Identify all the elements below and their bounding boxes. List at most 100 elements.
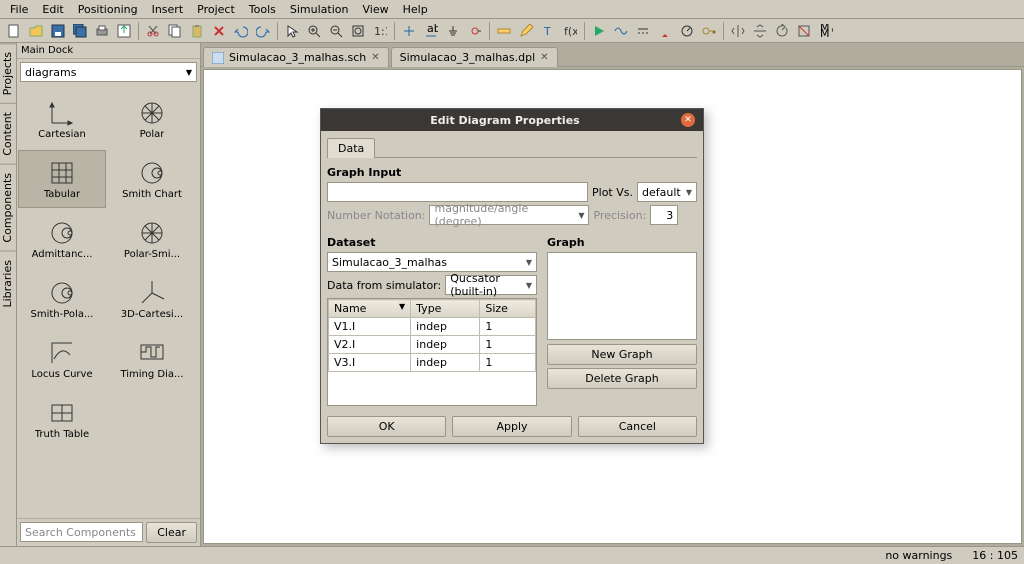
menu-positioning[interactable]: Positioning	[72, 1, 144, 18]
mirror-v-icon[interactable]	[750, 21, 770, 41]
tab-schematic[interactable]: Simulacao_3_malhas.sch ✕	[203, 47, 389, 67]
menu-tools[interactable]: Tools	[243, 1, 282, 18]
tab-label: Simulacao_3_malhas.sch	[229, 51, 366, 64]
port-icon[interactable]	[465, 21, 485, 41]
close-icon[interactable]: ✕	[371, 52, 379, 63]
menu-insert[interactable]: Insert	[146, 1, 190, 18]
table-row[interactable]: V2.Iindep1	[329, 336, 536, 354]
number-notation-label: Number Notation:	[327, 209, 425, 222]
tab-data[interactable]: Data	[327, 138, 375, 158]
zoom1-icon[interactable]: 1:1	[370, 21, 390, 41]
dock-title: Main Dock	[17, 43, 200, 59]
sidetab-components[interactable]: Components	[0, 164, 16, 251]
rotate-icon[interactable]	[772, 21, 792, 41]
polar-icon	[138, 99, 166, 127]
save-icon[interactable]	[48, 21, 68, 41]
palette-item-3d-cartesi-[interactable]: 3D-Cartesi...	[108, 270, 196, 328]
delete-icon[interactable]	[209, 21, 229, 41]
plot-vs-label: Plot Vs.	[592, 186, 633, 199]
palette-item-smith-chart[interactable]: Smith Chart	[108, 150, 196, 208]
activate-icon[interactable]	[794, 21, 814, 41]
palette-item-timing-dia-[interactable]: Timing Dia...	[108, 330, 196, 388]
palette-item-polar-smi-[interactable]: Polar-Smi...	[108, 210, 196, 268]
palette-item-truth-table[interactable]: Truth Table	[18, 390, 106, 448]
table-row[interactable]: V1.Iindep1	[329, 318, 536, 336]
sidetab-libraries[interactable]: Libraries	[0, 251, 16, 316]
marker-icon[interactable]	[655, 21, 675, 41]
menu-project[interactable]: Project	[191, 1, 241, 18]
svg-text:M↑: M↑	[820, 27, 833, 38]
open-icon[interactable]	[26, 21, 46, 41]
paste-icon[interactable]	[187, 21, 207, 41]
zoomout-icon[interactable]	[326, 21, 346, 41]
palette-label: Truth Table	[35, 429, 89, 440]
search-input[interactable]: Search Components	[20, 522, 143, 542]
ruler-icon[interactable]	[494, 21, 514, 41]
palette-item-polar[interactable]: Polar	[108, 90, 196, 148]
tab-display[interactable]: Simulacao_3_malhas.dpl ✕	[391, 47, 558, 67]
undo-icon[interactable]	[231, 21, 251, 41]
menu-simulation[interactable]: Simulation	[284, 1, 355, 18]
new-icon[interactable]	[4, 21, 24, 41]
pencil-icon[interactable]	[516, 21, 536, 41]
align-icon[interactable]: M↓M↑	[816, 21, 836, 41]
simulator-combo[interactable]: Qucsator (built-in)▼	[445, 275, 537, 295]
dataset-combo[interactable]: Simulacao_3_malhas▼	[327, 252, 537, 272]
text-icon[interactable]: T	[538, 21, 558, 41]
copy-icon[interactable]	[165, 21, 185, 41]
mirror-icon[interactable]	[728, 21, 748, 41]
cursor-icon[interactable]	[282, 21, 302, 41]
cut-icon[interactable]	[143, 21, 163, 41]
apply-button[interactable]: Apply	[452, 416, 571, 437]
menu-edit[interactable]: Edit	[36, 1, 69, 18]
graph-list[interactable]	[547, 252, 697, 340]
ground-icon[interactable]	[443, 21, 463, 41]
side-tabs: Projects Content Components Libraries	[0, 43, 17, 546]
polar-icon	[138, 219, 166, 247]
palette-item-smith-pola-[interactable]: Smith-Pola...	[18, 270, 106, 328]
equation-icon[interactable]: f(x)	[560, 21, 580, 41]
redo-icon[interactable]	[253, 21, 273, 41]
tune-icon[interactable]	[677, 21, 697, 41]
wave-icon[interactable]	[611, 21, 631, 41]
zoomin-icon[interactable]	[304, 21, 324, 41]
dc-icon[interactable]	[633, 21, 653, 41]
sidetab-projects[interactable]: Projects	[0, 43, 16, 103]
svg-text:f(x): f(x)	[564, 25, 577, 38]
delete-graph-button[interactable]: Delete Graph	[547, 368, 697, 389]
precision-field[interactable]	[650, 205, 678, 225]
print-icon[interactable]	[92, 21, 112, 41]
export-icon[interactable]	[114, 21, 134, 41]
number-notation-combo[interactable]: magnitude/angle (degree)▼	[429, 205, 589, 225]
dataset-table[interactable]: Name▼ Type Size V1.Iindep1V2.Iindep1V3.I…	[327, 298, 537, 406]
tab-label: Simulacao_3_malhas.dpl	[400, 51, 536, 64]
simulate-icon[interactable]	[589, 21, 609, 41]
close-icon[interactable]: ✕	[681, 113, 695, 127]
combo-value: diagrams	[25, 66, 76, 79]
palette-item-cartesian[interactable]: Cartesian	[18, 90, 106, 148]
menu-view[interactable]: View	[356, 1, 394, 18]
ok-button[interactable]: OK	[327, 416, 446, 437]
cancel-button[interactable]: Cancel	[578, 416, 697, 437]
diagram-type-combo[interactable]: diagrams ▼	[20, 62, 197, 82]
chevron-down-icon: ▼	[186, 68, 192, 77]
plot-vs-combo[interactable]: default▼	[637, 182, 697, 202]
palette-item-locus-curve[interactable]: Locus Curve	[18, 330, 106, 388]
palette-item-tabular[interactable]: Tabular	[18, 150, 106, 208]
wirelabel-icon[interactable]: ab	[421, 21, 441, 41]
palette-label: Tabular	[44, 189, 80, 200]
svg-text:T: T	[543, 25, 551, 38]
wire-icon[interactable]	[399, 21, 419, 41]
graph-input-field[interactable]	[327, 182, 588, 202]
key-icon[interactable]	[699, 21, 719, 41]
sidetab-content[interactable]: Content	[0, 103, 16, 164]
saveall-icon[interactable]	[70, 21, 90, 41]
palette-item-admittanc-[interactable]: Admittanc...	[18, 210, 106, 268]
close-icon[interactable]: ✕	[540, 52, 548, 63]
menu-file[interactable]: File	[4, 1, 34, 18]
clear-button[interactable]: Clear	[146, 522, 197, 543]
table-row[interactable]: V3.Iindep1	[329, 354, 536, 372]
menu-help[interactable]: Help	[397, 1, 434, 18]
zoomfit-icon[interactable]	[348, 21, 368, 41]
new-graph-button[interactable]: New Graph	[547, 344, 697, 365]
